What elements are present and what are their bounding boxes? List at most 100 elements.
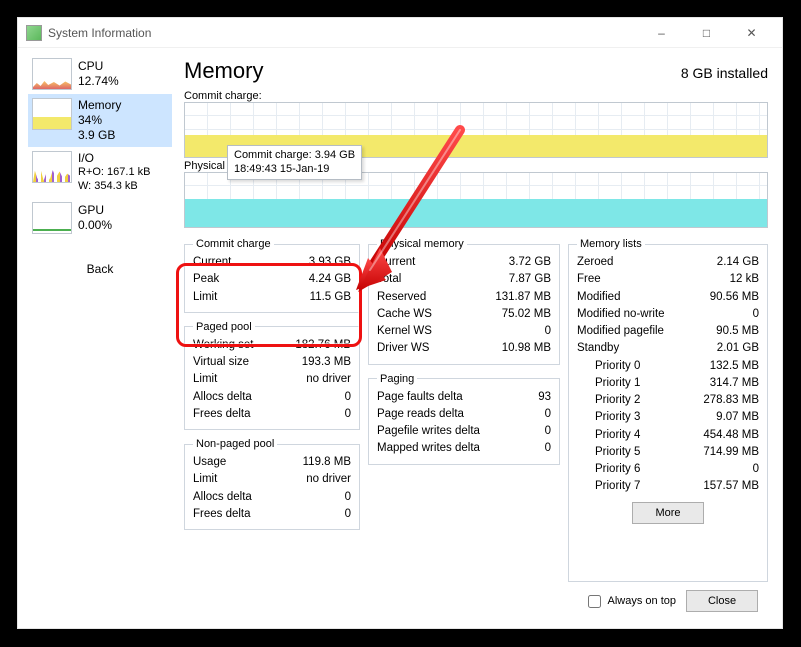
sidebar-item-sub: R+O: 167.1 kB (78, 166, 150, 180)
group-legend: Commit charge (193, 238, 274, 250)
nonpaged-pool-group: Non-paged pool Usage119.8 MB Limitno dri… (184, 438, 360, 530)
sidebar-item-gpu[interactable]: GPU 0.00% (28, 198, 172, 238)
label: Priority 3 (577, 409, 640, 426)
label: Cache WS (377, 306, 432, 323)
value: 157.57 MB (703, 478, 759, 495)
commit-charge-chart[interactable]: Commit charge: 3.94 GB 18:49:43 15-Jan-1… (184, 102, 768, 158)
label: Frees delta (193, 506, 251, 523)
value: 193.3 MB (302, 354, 351, 371)
value: 119.8 MB (303, 454, 351, 471)
value: no driver (306, 471, 351, 488)
sidebar-item-memory[interactable]: Memory 34% 3.9 GB (28, 94, 172, 147)
label: Page faults delta (377, 389, 463, 406)
sidebar-item-sub: 12.74% (78, 74, 119, 89)
tooltip-line: 18:49:43 15-Jan-19 (234, 162, 355, 176)
value: 132.5 MB (710, 358, 759, 375)
value: 0 (545, 440, 551, 457)
value: 3.93 GB (309, 254, 351, 271)
label: Reserved (377, 289, 426, 306)
label: Priority 5 (577, 444, 640, 461)
paging-group: Paging Page faults delta 93 Page reads de… (368, 373, 560, 465)
label: Priority 1 (577, 375, 640, 392)
back-button[interactable]: Back (28, 262, 172, 276)
value: 4.24 GB (309, 271, 351, 288)
close-window-button[interactable]: ✕ (729, 19, 774, 47)
value: 10.98 MB (502, 340, 551, 357)
group-legend: Memory lists (577, 238, 645, 250)
group-legend: Non-paged pool (193, 438, 277, 450)
value: 182.76 MB (295, 337, 351, 354)
close-button[interactable]: Close (686, 590, 758, 612)
label: Allocs delta (193, 389, 252, 406)
label: Allocs delta (193, 489, 252, 506)
value: 0 (545, 406, 551, 423)
value: 12 kB (730, 271, 759, 288)
label: Modified (577, 289, 620, 306)
value: 75.02 MB (502, 306, 551, 323)
label: Working set (193, 337, 254, 354)
label: Standby (577, 340, 619, 357)
physical-memory-group: Physical memory Current3.72 GB Total7.87… (368, 238, 560, 365)
cpu-sparkline-icon (32, 58, 72, 90)
memory-lists-group: Memory lists Zeroed 2.14 GB Free 12 kB Mod… (568, 238, 768, 582)
value: 0 (753, 461, 759, 478)
window-title: System Information (48, 26, 639, 40)
label: Frees delta (193, 406, 251, 423)
group-legend: Paged pool (193, 321, 255, 333)
sidebar-item-label: Memory (78, 98, 121, 113)
app-icon (26, 25, 42, 41)
sidebar-item-label: CPU (78, 59, 119, 74)
label: Peak (193, 271, 219, 288)
value: 0 (545, 323, 551, 340)
value: 454.48 MB (703, 427, 759, 444)
maximize-button[interactable]: □ (684, 19, 729, 47)
chart-tooltip: Commit charge: 3.94 GB 18:49:43 15-Jan-1… (227, 145, 362, 180)
titlebar: System Information – □ ✕ (18, 18, 782, 48)
paged-pool-group: Paged pool Working set 182.76 MB Virtual … (184, 321, 360, 430)
sidebar-item-sub: 3.9 GB (78, 128, 121, 143)
value: 90.5 MB (716, 323, 759, 340)
value: 314.7 MB (710, 375, 759, 392)
memory-sparkline-icon (32, 98, 72, 130)
label: Driver WS (377, 340, 429, 357)
physical-memory-chart[interactable] (184, 172, 768, 228)
value: 0 (345, 506, 351, 523)
group-legend: Paging (377, 373, 417, 385)
label: Priority 0 (577, 358, 640, 375)
checkbox-label: Always on top (608, 595, 676, 607)
commit-charge-group: Commit charge Current3.93 GB Peak4.24 GB… (184, 238, 360, 313)
label: Priority 4 (577, 427, 640, 444)
label: Limit (193, 289, 217, 306)
label: Zeroed (577, 254, 613, 271)
label: Limit (193, 371, 217, 388)
value: 278.83 MB (703, 392, 759, 409)
sidebar-item-label: GPU (78, 203, 112, 218)
label: Modified no-write (577, 306, 665, 323)
value: 0 (345, 489, 351, 506)
value: 3.72 GB (509, 254, 551, 271)
label: Virtual size (193, 354, 249, 371)
always-on-top-checkbox[interactable]: Always on top (584, 592, 676, 611)
value: 11.5 GB (310, 289, 351, 306)
label: Page reads delta (377, 406, 464, 423)
sidebar-item-io[interactable]: I/O R+O: 167.1 kB W: 354.3 kB (28, 147, 172, 198)
sidebar-item-cpu[interactable]: CPU 12.74% (28, 54, 172, 94)
value: 0 (345, 406, 351, 423)
main-panel: Memory 8 GB installed Commit charge: Com… (178, 48, 782, 628)
value: 7.87 GB (509, 271, 551, 288)
label: Modified pagefile (577, 323, 664, 340)
page-title: Memory (184, 58, 263, 84)
value: 93 (538, 389, 551, 406)
more-button[interactable]: More (632, 502, 704, 524)
value: 0 (753, 306, 759, 323)
always-on-top-input[interactable] (588, 595, 601, 608)
label: Priority 2 (577, 392, 640, 409)
installed-label: 8 GB installed (681, 65, 768, 81)
label: Total (377, 271, 401, 288)
value: 2.14 GB (717, 254, 759, 271)
group-legend: Physical memory (377, 238, 467, 250)
value: 0 (545, 423, 551, 440)
label: Kernel WS (377, 323, 432, 340)
minimize-button[interactable]: – (639, 19, 684, 47)
label: Free (577, 271, 601, 288)
